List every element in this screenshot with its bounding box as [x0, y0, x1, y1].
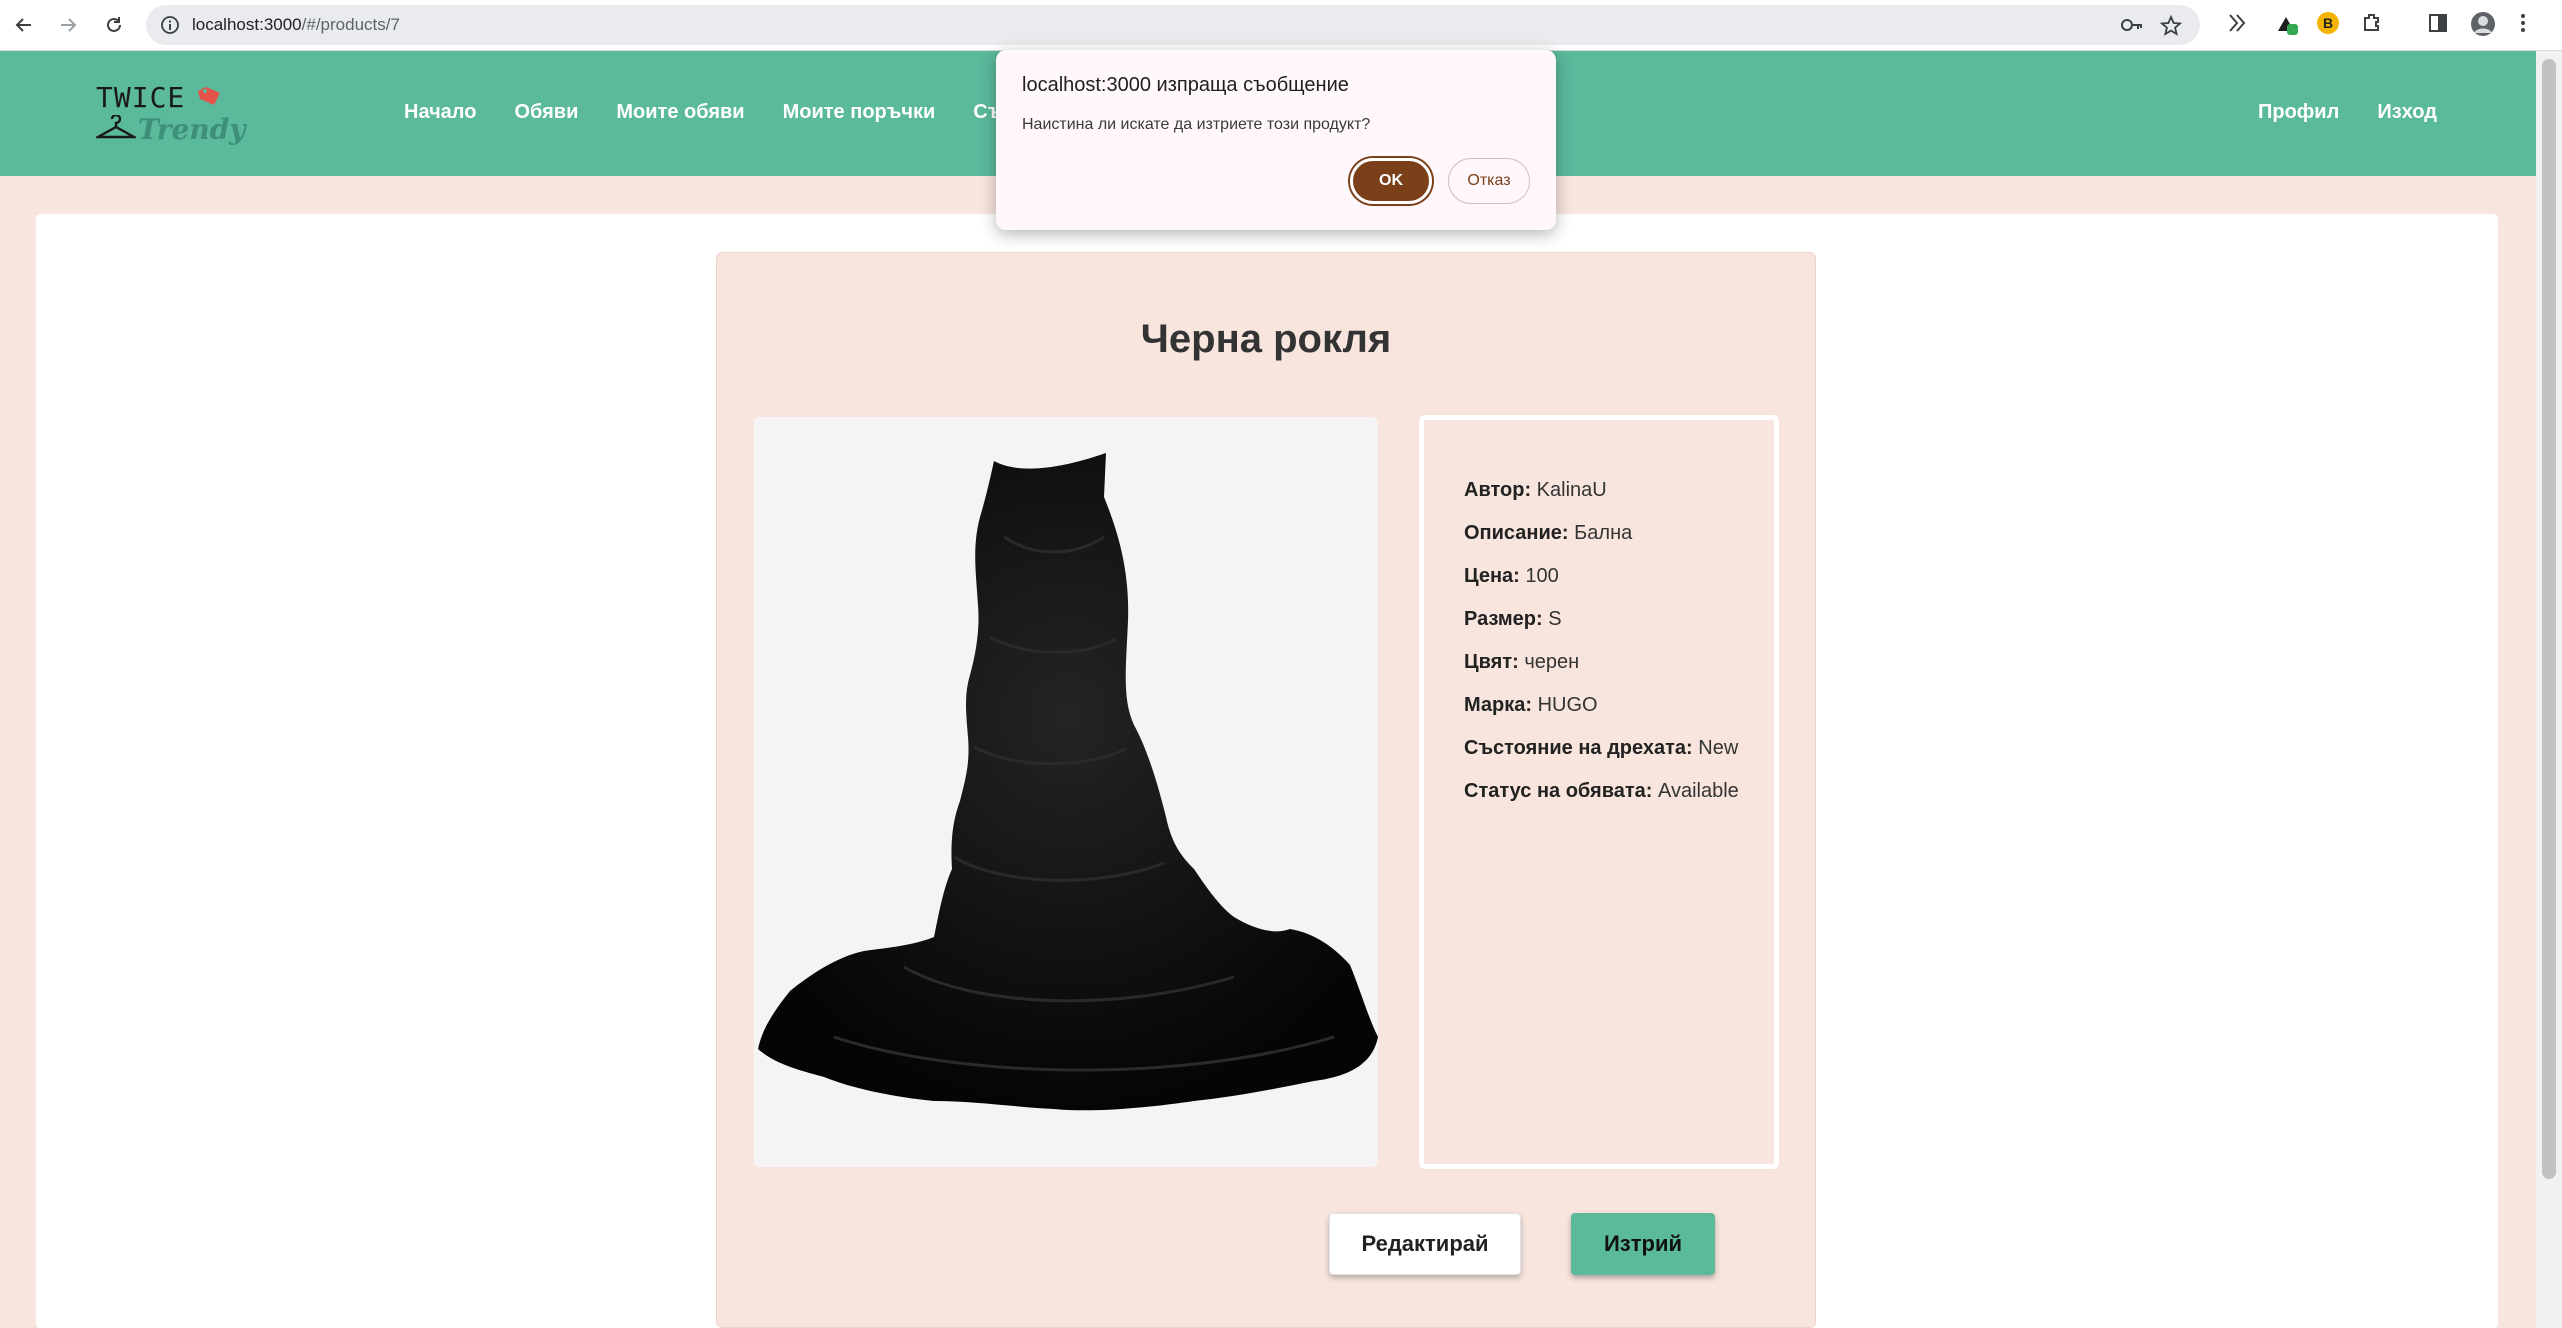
- product-info-panel: Автор: KalinaU Описание: Бална Цена: 100…: [1419, 415, 1779, 1169]
- browser-menu-icon[interactable]: [2518, 11, 2528, 40]
- url-text: localhost:3000/#/products/7: [192, 15, 400, 35]
- detail-value: New: [1698, 737, 1739, 759]
- detail-status: Статус на обявата: Available: [1464, 779, 1774, 803]
- detail-label: Статус на обявата:: [1464, 780, 1653, 802]
- detail-description: Описание: Бална: [1464, 521, 1774, 545]
- nav-my-orders[interactable]: Моите поръчки: [783, 101, 936, 124]
- extension-puzzle-green-icon[interactable]: [2274, 11, 2300, 42]
- delete-button[interactable]: Изтрий: [1571, 1213, 1715, 1275]
- url-path: /#/products/7: [301, 15, 400, 34]
- detail-value: Available: [1658, 780, 1739, 802]
- logo-text-twice: TWICE: [96, 81, 186, 114]
- product-title: Черна рокля: [1140, 317, 1392, 361]
- detail-label: Размер:: [1464, 608, 1543, 630]
- back-icon[interactable]: [6, 7, 42, 43]
- forward-icon[interactable]: [50, 7, 86, 43]
- password-key-icon[interactable]: [2120, 15, 2144, 40]
- detail-label: Състояние на дрехата:: [1464, 737, 1693, 759]
- main-nav: Начало Обяви Моите обяви Моите поръчки С…: [404, 101, 1002, 124]
- reload-icon[interactable]: [96, 7, 132, 43]
- extension-b-icon[interactable]: B: [2316, 11, 2340, 40]
- browser-toolbar: localhost:3000/#/products/7 B: [0, 0, 2562, 51]
- detail-value: 100: [1525, 565, 1559, 587]
- dress-image: [758, 453, 1378, 1111]
- extensions-puzzle-icon[interactable]: [2360, 11, 2384, 40]
- detail-brand: Марка: HUGO: [1464, 693, 1774, 717]
- user-nav: Профил Изход: [2258, 101, 2437, 124]
- detail-size: Размер: S: [1464, 607, 1774, 631]
- detail-label: Цвят:: [1464, 651, 1519, 673]
- detail-value: Бална: [1574, 522, 1633, 544]
- product-details-card: Черна рокля Автор: KalinaU Описание: Бал…: [716, 252, 1816, 1328]
- nav-listings[interactable]: Обяви: [514, 101, 578, 124]
- address-bar[interactable]: localhost:3000/#/products/7: [146, 5, 2200, 45]
- detail-label: Автор:: [1464, 479, 1532, 501]
- detail-label: Марка:: [1464, 694, 1533, 716]
- confirm-dialog: localhost:3000 изпраща съобщение Наистин…: [996, 50, 1556, 230]
- detail-value: черен: [1524, 651, 1580, 673]
- extensions-overflow-icon[interactable]: [2226, 11, 2250, 40]
- site-info-icon[interactable]: [160, 15, 180, 40]
- nav-my-listings[interactable]: Моите обяви: [616, 101, 744, 124]
- edit-button[interactable]: Редактирай: [1329, 1213, 1521, 1275]
- product-image: [754, 417, 1378, 1167]
- logo[interactable]: TWICE Trendy: [93, 77, 246, 149]
- bookmark-star-icon[interactable]: [2159, 14, 2183, 42]
- detail-condition: Състояние на дрехата: New: [1464, 736, 1774, 760]
- detail-author: Автор: KalinaU: [1464, 478, 1774, 502]
- side-panel-icon[interactable]: [2426, 11, 2450, 40]
- url-host: localhost:3000: [192, 15, 302, 34]
- cancel-button[interactable]: Отказ: [1448, 158, 1530, 204]
- dialog-message: Наистина ли искате да изтриете този прод…: [1022, 116, 1371, 133]
- nav-home[interactable]: Начало: [404, 101, 476, 124]
- price-tag-icon: [196, 85, 222, 112]
- nav-profile[interactable]: Профил: [2258, 101, 2339, 124]
- profile-avatar-icon[interactable]: [2470, 11, 2496, 42]
- ok-button[interactable]: OK: [1350, 158, 1432, 204]
- detail-color: Цвят: черен: [1464, 650, 1774, 674]
- detail-value: S: [1548, 608, 1562, 630]
- logo-text-trendy: Trendy: [138, 113, 246, 146]
- scrollbar-thumb[interactable]: [2542, 59, 2556, 1179]
- detail-value: KalinaU: [1536, 479, 1607, 501]
- page-scrollbar[interactable]: [2536, 51, 2562, 1328]
- detail-label: Описание:: [1464, 522, 1569, 544]
- detail-label: Цена:: [1464, 565, 1520, 587]
- hanger-icon: [93, 113, 139, 146]
- detail-price: Цена: 100: [1464, 564, 1774, 588]
- nav-logout[interactable]: Изход: [2377, 101, 2437, 124]
- svg-text:B: B: [2323, 15, 2333, 31]
- dialog-title: localhost:3000 изпраща съобщение: [1022, 74, 1349, 96]
- detail-value: HUGO: [1537, 694, 1598, 716]
